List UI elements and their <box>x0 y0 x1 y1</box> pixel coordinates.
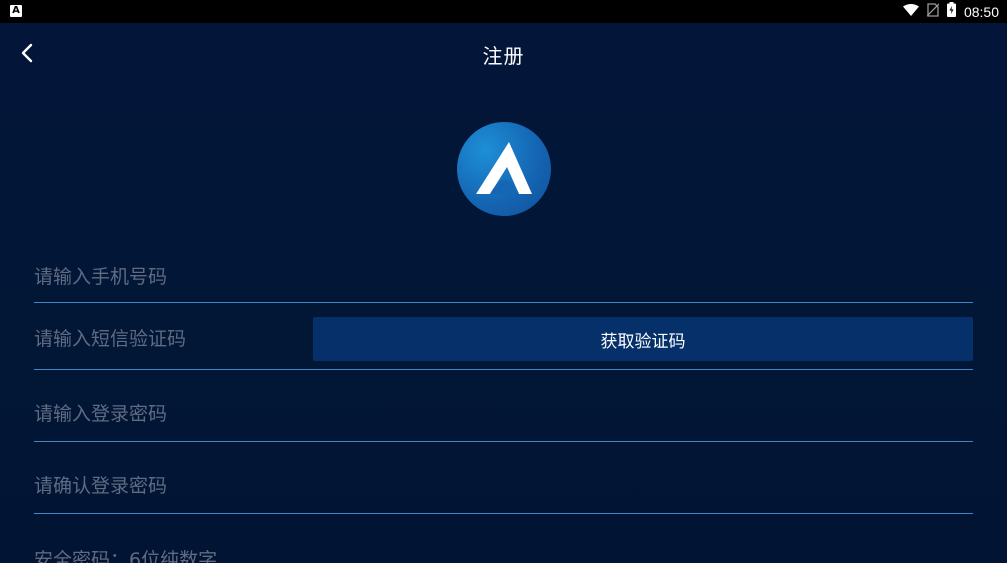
status-time: 08:50 <box>963 3 999 20</box>
phone-input[interactable] <box>34 262 934 292</box>
confirm-password-input[interactable] <box>34 471 934 501</box>
no-sim-icon <box>926 2 940 21</box>
register-screen: A 08:50 注册 请输入手机号码 请输入短信验证码 获取验证码 安全密码：6… <box>0 0 1007 563</box>
password-input[interactable] <box>34 399 934 429</box>
status-icons: 08:50 <box>902 0 999 23</box>
app-notification-icon: A <box>10 5 22 17</box>
sms-code-input[interactable] <box>34 324 304 354</box>
security-password-input[interactable]: 安全密码：6位纯数字 <box>34 545 217 563</box>
password-field-row <box>34 390 973 442</box>
phone-field-row <box>34 258 973 303</box>
get-code-button[interactable]: 获取验证码 <box>313 317 973 361</box>
status-bar: A 08:50 <box>0 0 1007 23</box>
confirm-password-field-row <box>34 462 973 514</box>
battery-charging-icon <box>946 2 956 21</box>
page-title: 注册 <box>482 44 525 68</box>
app-logo <box>457 122 551 216</box>
sms-code-field-row: 获取验证码 <box>34 309 973 370</box>
wifi-icon <box>902 2 919 21</box>
